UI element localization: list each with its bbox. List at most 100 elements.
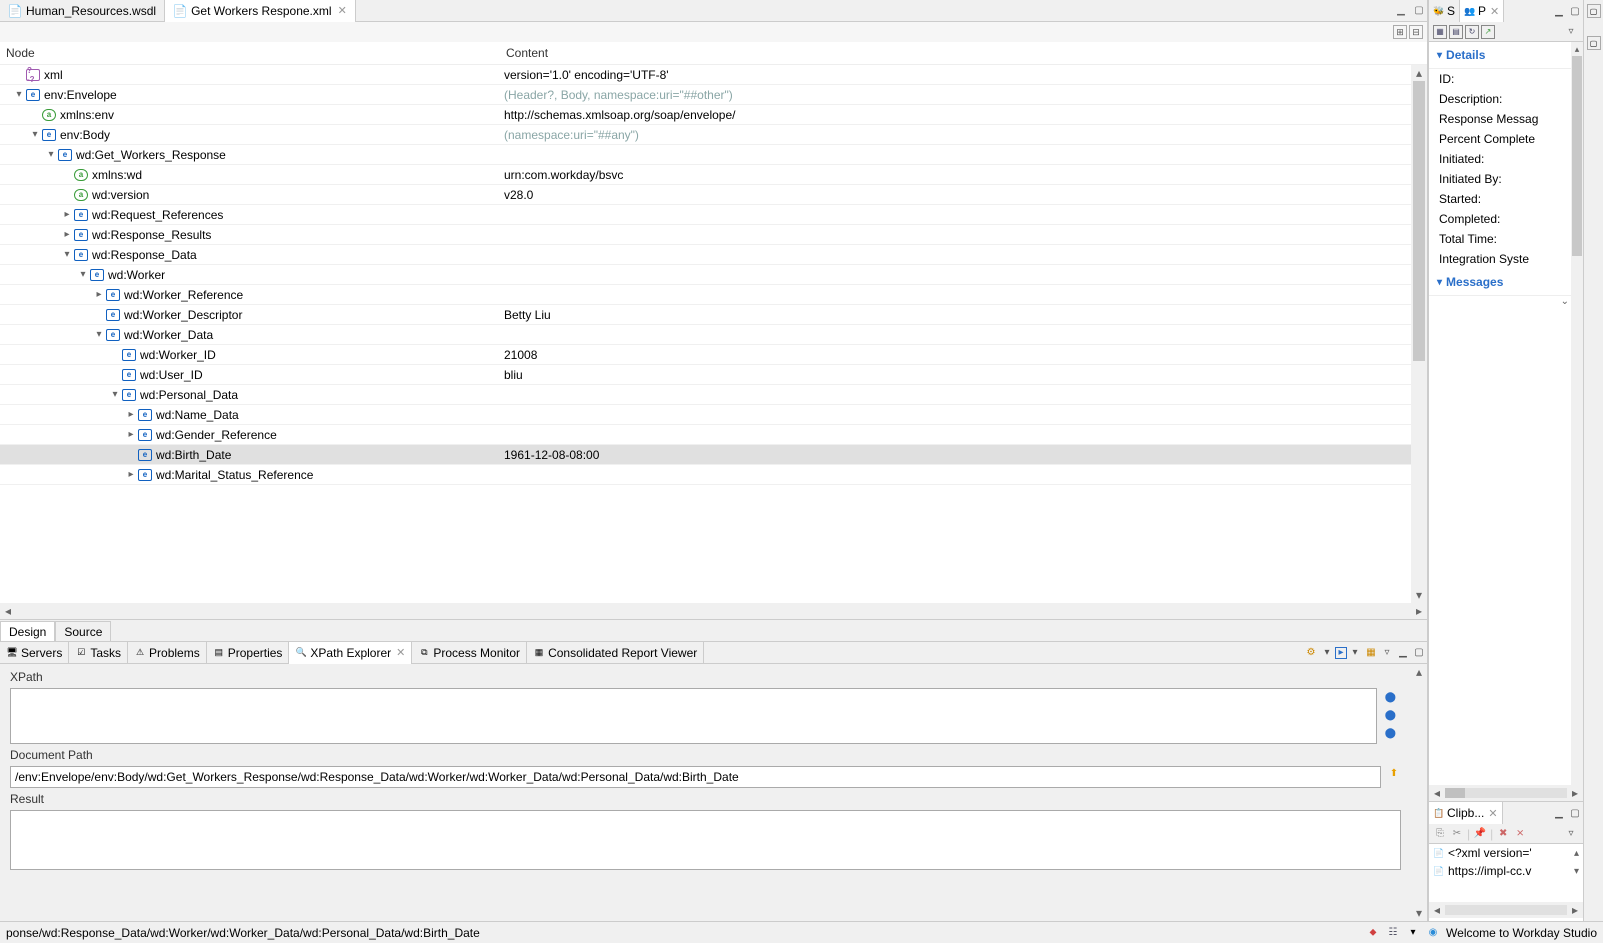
minimize-icon[interactable]: ▁ xyxy=(1395,645,1411,661)
tree-row[interactable]: ewd:Worker_DescriptorBetty Liu xyxy=(0,305,1427,325)
tab-s[interactable]: 🐝S xyxy=(1429,0,1460,22)
close-icon[interactable]: ✕ xyxy=(338,4,347,17)
view-menu-icon[interactable]: ▿ xyxy=(1563,826,1579,842)
tree-row[interactable]: ▸ewd:Response_Results xyxy=(0,225,1427,245)
up-arrow-icon[interactable]: ⬆ xyxy=(1387,766,1401,780)
scroll-up-icon[interactable]: ▴ xyxy=(1574,848,1579,859)
xpath-helper-icon[interactable]: ⬤ xyxy=(1383,708,1397,722)
tool-icon[interactable]: ▦ xyxy=(1433,25,1447,39)
maximize-icon[interactable]: ▢ xyxy=(1411,3,1427,19)
minimize-icon[interactable]: ▁ xyxy=(1551,805,1567,821)
cut-icon[interactable]: ✂ xyxy=(1450,827,1464,841)
copy-icon[interactable]: ⎘ xyxy=(1433,827,1447,841)
tree-row[interactable]: axmlns:envhttp://schemas.xmlsoap.org/soa… xyxy=(0,105,1427,125)
scroll-down-icon[interactable]: ▾ xyxy=(1411,905,1427,921)
error-indicator-icon[interactable]: ⬥ xyxy=(1366,926,1380,940)
status-icon[interactable]: ☷ xyxy=(1386,926,1400,940)
collapse-icon[interactable]: ▾ xyxy=(76,269,90,280)
scroll-right-icon[interactable]: ▸ xyxy=(1411,603,1427,619)
maximize-icon[interactable]: ▢ xyxy=(1567,3,1583,19)
tree-row[interactable]: ewd:Worker_ID21008 xyxy=(0,345,1427,365)
expand-icon[interactable]: ▸ xyxy=(60,229,74,240)
scroll-down-icon[interactable]: ▾ xyxy=(1574,866,1579,877)
scrollbar-thumb[interactable] xyxy=(1572,56,1582,256)
view-menu-icon[interactable]: ▿ xyxy=(1379,645,1395,661)
delete-all-icon[interactable]: ⨯ xyxy=(1513,827,1527,841)
details-section-header[interactable]: ▾ Details xyxy=(1429,42,1583,69)
scrollbar-track[interactable] xyxy=(1445,788,1567,798)
scroll-left-icon[interactable]: ◂ xyxy=(0,603,16,619)
collapse-icon[interactable]: ▾ xyxy=(28,129,42,140)
export-icon[interactable]: ↗ xyxy=(1481,25,1495,39)
close-icon[interactable]: ✕ xyxy=(396,646,405,659)
scroll-up-icon[interactable]: ▴ xyxy=(1411,664,1427,680)
collapse-icon[interactable]: ▾ xyxy=(108,389,122,400)
collapse-icon[interactable]: ▾ xyxy=(12,89,26,100)
tree-row[interactable]: ▾ewd:Get_Workers_Response xyxy=(0,145,1427,165)
collapse-icon[interactable]: ▾ xyxy=(92,329,106,340)
tree-row[interactable]: ▾ewd:Worker_Data xyxy=(0,325,1427,345)
tree-row[interactable]: ▸ewd:Marital_Status_Reference xyxy=(0,465,1427,485)
view-toolbar-icon[interactable]: ⚙ xyxy=(1303,645,1319,661)
maximize-icon[interactable]: ▢ xyxy=(1567,805,1583,821)
trim-icon[interactable]: ▢ xyxy=(1587,4,1601,18)
tree-row[interactable]: ▸ewd:Name_Data xyxy=(0,405,1427,425)
horizontal-scrollbar[interactable]: ◂ ▸ xyxy=(1429,902,1583,918)
tab-xpath-explorer[interactable]: 🔍XPath Explorer✕ xyxy=(289,642,412,664)
expand-icon[interactable]: ▸ xyxy=(124,469,138,480)
view-toolbar-icon[interactable]: ▦ xyxy=(1363,645,1379,661)
tree-row[interactable]: awd:versionv28.0 xyxy=(0,185,1427,205)
tree-row[interactable]: ▾ewd:Personal_Data xyxy=(0,385,1427,405)
tab-p[interactable]: 👥P✕ xyxy=(1460,0,1504,22)
tab-problems[interactable]: ⚠Problems xyxy=(128,642,207,664)
scroll-right-icon[interactable]: ▸ xyxy=(1567,785,1583,801)
expand-icon[interactable]: ▸ xyxy=(124,409,138,420)
editor-tab-wsdl[interactable]: 📄 Human_Resources.wsdl xyxy=(0,0,165,22)
refresh-icon[interactable]: ↻ xyxy=(1465,25,1479,39)
tree-row[interactable]: ewd:User_IDbliu xyxy=(0,365,1427,385)
source-tab[interactable]: Source xyxy=(55,621,111,641)
view-toolbar-icon[interactable]: ▸ xyxy=(1335,647,1347,659)
scroll-up-icon[interactable]: ▴ xyxy=(1411,65,1427,81)
horizontal-scrollbar[interactable]: ◂ ▸ xyxy=(1429,785,1583,801)
collapse-icon[interactable]: ▾ xyxy=(60,249,74,260)
result-output[interactable] xyxy=(10,810,1401,870)
clipboard-item[interactable]: 📄 <?xml version=' ▴ xyxy=(1429,844,1583,862)
tree-row[interactable]: ▸ewd:Gender_Reference xyxy=(0,425,1427,445)
pin-icon[interactable]: 📌 xyxy=(1473,827,1487,841)
close-icon[interactable]: ✕ xyxy=(1488,807,1497,820)
tab-tasks[interactable]: ☑Tasks xyxy=(69,642,128,664)
expand-icon[interactable]: ▸ xyxy=(92,289,106,300)
scroll-left-icon[interactable]: ◂ xyxy=(1429,785,1445,801)
view-menu-icon[interactable]: ▿ xyxy=(1563,24,1579,40)
chevron-down-icon[interactable]: ⌄ xyxy=(1561,296,1569,316)
tree-body[interactable]: ?-?xmlversion='1.0' encoding='UTF-8'▾een… xyxy=(0,65,1427,603)
clipboard-item[interactable]: 📄 https://impl-cc.v ▾ xyxy=(1429,862,1583,880)
column-header-node[interactable]: Node xyxy=(0,42,500,64)
tree-row[interactable]: ▾ewd:Worker xyxy=(0,265,1427,285)
tab-process-monitor[interactable]: ⧉Process Monitor xyxy=(412,642,527,664)
scrollbar-thumb[interactable] xyxy=(1413,81,1425,361)
collapse-all-icon[interactable]: ⊟ xyxy=(1409,25,1423,39)
delete-icon[interactable]: ✖ xyxy=(1496,827,1510,841)
chevron-down-icon[interactable]: ▾ xyxy=(1347,645,1363,661)
tree-row[interactable]: ▾eenv:Body(namespace:uri="##any") xyxy=(0,125,1427,145)
expand-icon[interactable]: ▸ xyxy=(60,209,74,220)
xpath-input[interactable] xyxy=(10,688,1377,744)
scrollbar-track[interactable] xyxy=(1445,905,1567,915)
horizontal-scrollbar[interactable]: ◂ ▸ xyxy=(0,603,1427,619)
tab-servers[interactable]: 🖥Servers xyxy=(0,642,69,664)
editor-tab-xml[interactable]: 📄 Get Workers Respone.xml ✕ xyxy=(165,0,356,22)
scroll-down-icon[interactable]: ▾ xyxy=(1411,587,1427,603)
tree-row[interactable]: ▸ewd:Worker_Reference xyxy=(0,285,1427,305)
tree-row[interactable]: ▾eenv:Envelope(Header?, Body, namespace:… xyxy=(0,85,1427,105)
tab-report-viewer[interactable]: ▦Consolidated Report Viewer xyxy=(527,642,704,664)
trim-icon[interactable]: ▢ xyxy=(1587,36,1601,50)
tree-row[interactable]: ?-?xmlversion='1.0' encoding='UTF-8' xyxy=(0,65,1427,85)
scroll-left-icon[interactable]: ◂ xyxy=(1429,902,1445,918)
xpath-helper-icon[interactable]: ⬤ xyxy=(1383,726,1397,740)
vertical-scrollbar[interactable]: ▴ ▾ xyxy=(1411,65,1427,603)
vertical-scrollbar[interactable]: ▴ xyxy=(1571,42,1583,785)
scrollbar-thumb[interactable] xyxy=(1445,788,1465,798)
collapse-icon[interactable]: ▾ xyxy=(44,149,58,160)
